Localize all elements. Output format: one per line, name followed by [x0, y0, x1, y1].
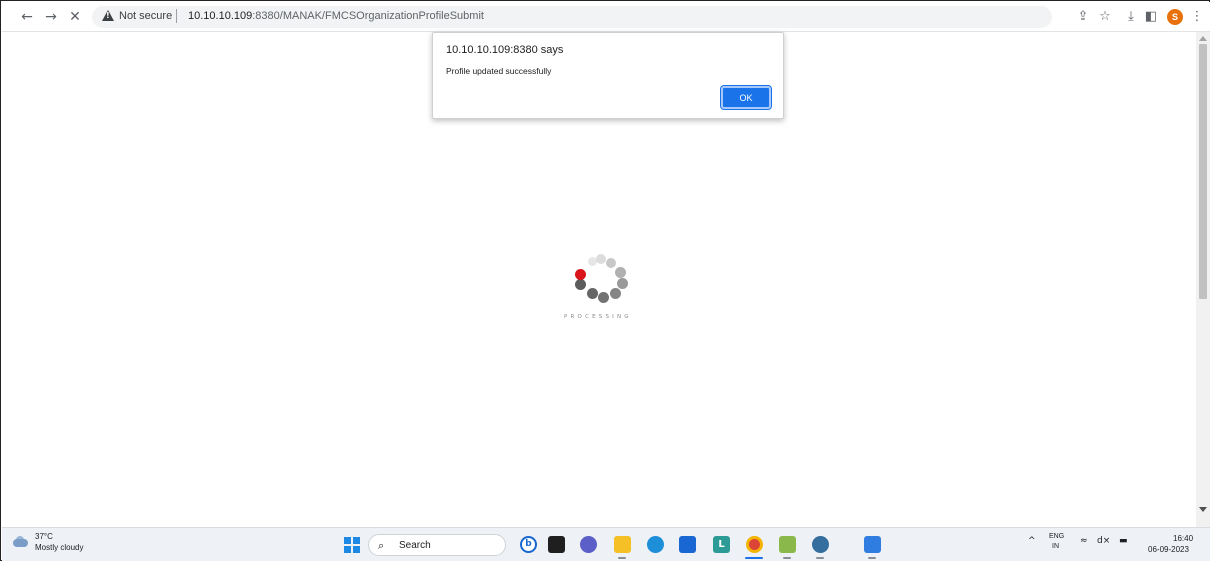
spinner-dot: [587, 288, 598, 299]
bookmark-star-icon[interactable]: ☆: [1097, 9, 1113, 25]
launcher-l-icon[interactable]: L: [713, 536, 730, 553]
spinner-dot: [610, 288, 621, 299]
battery-icon[interactable]: ▬: [1119, 536, 1128, 546]
taskbar-search-box[interactable]: ⌕ Search: [368, 534, 506, 556]
spinner-dot: [617, 278, 628, 289]
weather-cloud-icon[interactable]: [11, 535, 29, 547]
back-button[interactable]: ←: [18, 8, 36, 26]
url-text[interactable]: 10.10.10.109:8380/MANAK/FMCSOrganization…: [188, 10, 484, 22]
search-icon: ⌕: [378, 539, 385, 552]
alert-dialog: 10.10.10.109:8380 says Profile updated s…: [432, 32, 784, 119]
forward-button[interactable]: →: [42, 8, 60, 26]
store-icon[interactable]: [679, 536, 696, 553]
dialog-message: Profile updated successfully: [446, 66, 552, 76]
chevron-up-icon[interactable]: ^: [1028, 536, 1036, 546]
vertical-scrollbar[interactable]: [1196, 32, 1210, 527]
app-indicator: [618, 557, 626, 559]
warning-icon[interactable]: [102, 10, 114, 21]
spinner-dot: [615, 267, 626, 278]
edge-browser-icon[interactable]: [647, 536, 664, 553]
spinner-dot: [598, 292, 609, 303]
address-divider: [176, 9, 177, 23]
weather-condition[interactable]: Mostly cloudy: [35, 543, 83, 552]
loading-spinner: [571, 251, 637, 307]
security-label[interactable]: Not secure: [119, 10, 172, 22]
address-bar[interactable]: Not secure 10.10.10.109:8380/MANAK/FMCSO…: [92, 6, 1052, 28]
download-icon[interactable]: ⤓: [1123, 9, 1139, 25]
profile-avatar[interactable]: S: [1167, 9, 1183, 25]
speaker-muted-icon[interactable]: d×: [1097, 536, 1110, 546]
app-indicator: [816, 557, 824, 559]
scroll-up-icon[interactable]: [1199, 36, 1207, 41]
side-panel-icon[interactable]: ◧: [1143, 9, 1159, 25]
app-indicator: [783, 557, 791, 559]
dialog-title: 10.10.10.109:8380 says: [446, 44, 564, 56]
url-host: 10.10.10.109: [188, 10, 253, 22]
chrome-browser-icon[interactable]: [746, 536, 763, 553]
window-frame: ← → ✕ Not secure 10.10.10.109:8380/MANAK…: [0, 0, 1210, 561]
scroll-down-icon[interactable]: [1199, 507, 1207, 512]
chat-icon[interactable]: [580, 536, 597, 553]
wifi-icon[interactable]: ≈: [1080, 536, 1088, 546]
spinner-dot: [596, 254, 606, 264]
search-placeholder: Search: [399, 540, 431, 551]
weather-temp[interactable]: 37°C: [35, 532, 53, 541]
bing-icon[interactable]: b: [520, 536, 537, 553]
task-view-icon[interactable]: [548, 536, 565, 553]
menu-kebab-icon[interactable]: ⋮: [1189, 9, 1205, 25]
processing-label: PROCESSING: [564, 314, 632, 320]
app-indicator-active: [745, 557, 763, 559]
scroll-thumb[interactable]: [1199, 44, 1207, 299]
windows-start-icon[interactable]: [344, 537, 360, 553]
photos-app-icon[interactable]: [864, 536, 881, 553]
spinner-dot-active: [575, 269, 586, 280]
spinner-dot: [606, 258, 616, 268]
url-path: :8380/MANAK/FMCSOrganizationProfileSubmi…: [252, 10, 484, 22]
clock-date[interactable]: 06-09-2023: [1148, 545, 1189, 554]
language-primary[interactable]: ENG: [1049, 533, 1064, 540]
ok-button[interactable]: OK: [720, 85, 772, 110]
clock-time[interactable]: 16:40: [1173, 534, 1193, 543]
browser-toolbar: ← → ✕ Not secure 10.10.10.109:8380/MANAK…: [2, 2, 1210, 32]
app-indicator: [868, 557, 876, 559]
stop-loading-button[interactable]: ✕: [66, 8, 84, 26]
share-icon[interactable]: ⇪: [1075, 9, 1091, 25]
language-secondary[interactable]: IN: [1052, 543, 1059, 550]
spinner-dot: [575, 279, 586, 290]
file-explorer-icon[interactable]: [614, 536, 631, 553]
postgres-elephant-icon[interactable]: [812, 536, 829, 553]
windows-taskbar: 37°C Mostly cloudy ⌕ Search b L ^ ENG IN…: [2, 527, 1210, 561]
paint-app-icon[interactable]: [779, 536, 796, 553]
